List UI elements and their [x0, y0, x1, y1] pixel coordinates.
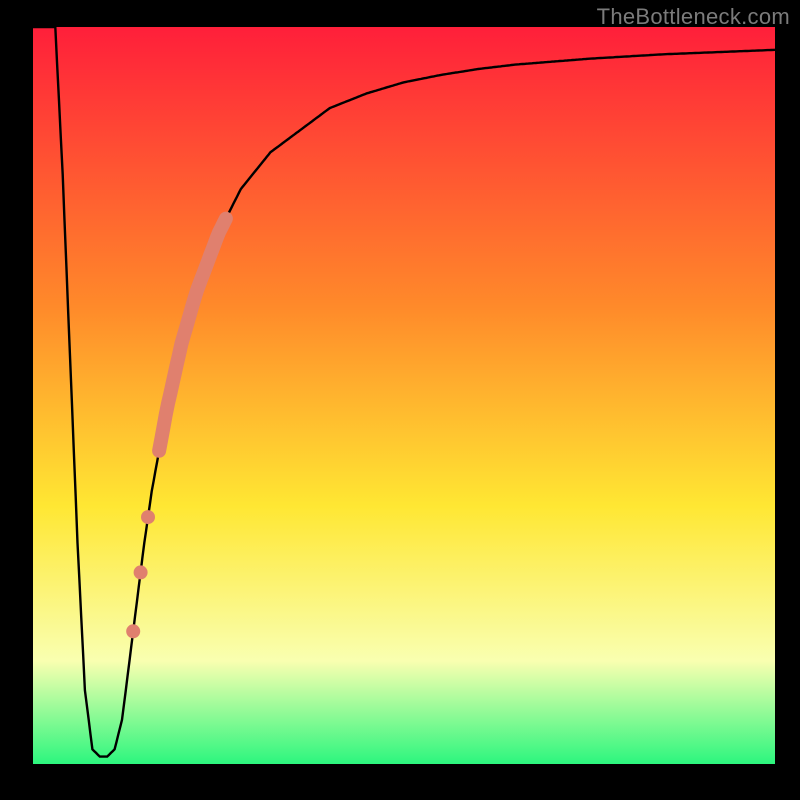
marker-dot [141, 510, 155, 524]
plot-background [33, 27, 775, 764]
watermark-text: TheBottleneck.com [597, 4, 790, 30]
marker-dot [126, 624, 140, 638]
bottleneck-chart [0, 0, 800, 800]
marker-dot [134, 565, 148, 579]
